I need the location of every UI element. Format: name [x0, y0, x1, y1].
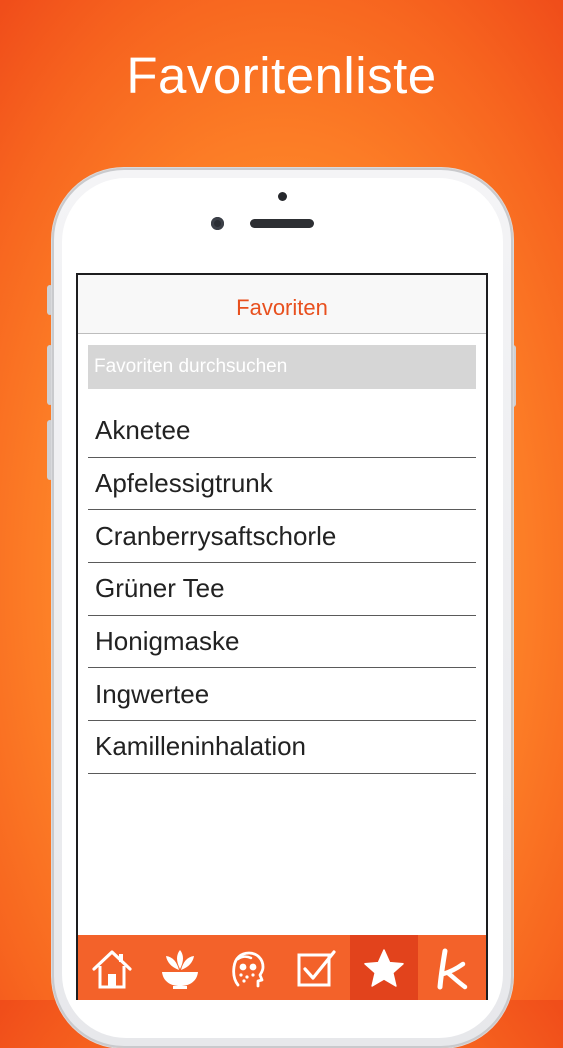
- tab-symptoms[interactable]: [214, 935, 282, 1000]
- list-item[interactable]: Apfelessigtrunk: [88, 458, 476, 511]
- navigation-bar: Favoriten: [78, 275, 486, 334]
- herb-bowl-icon: [162, 949, 198, 989]
- list-item[interactable]: Cranberrysaftschorle: [88, 510, 476, 564]
- tab-brand[interactable]: [418, 935, 486, 1000]
- list-item[interactable]: Aknetee: [88, 405, 476, 458]
- favorites-search-input[interactable]: [88, 345, 476, 389]
- list-item[interactable]: Honigmaske: [88, 616, 476, 669]
- list-item[interactable]: Kamilleninhalation: [88, 721, 476, 774]
- app-screen: Favoriten Aknetee Apfelessigtrunk Cranbe…: [76, 273, 488, 1000]
- proximity-sensor: [278, 192, 287, 201]
- front-camera-icon: [211, 217, 224, 230]
- nav-title: Favoriten: [236, 295, 328, 320]
- tab-bar: [78, 935, 486, 1000]
- tab-home[interactable]: [78, 935, 146, 1000]
- tab-favorites[interactable]: [350, 935, 418, 1000]
- home-icon: [92, 949, 132, 988]
- page-headline: Favoritenliste: [126, 47, 437, 104]
- k-logo-icon: [437, 948, 468, 989]
- star-icon: [364, 948, 404, 987]
- face-icon: [232, 951, 265, 987]
- tab-remedies[interactable]: [146, 935, 214, 1000]
- list-item[interactable]: Grüner Tee: [88, 563, 476, 616]
- checkbox-icon: [297, 949, 336, 986]
- favorites-list: Aknetee Apfelessigtrunk Cranberrysaftsch…: [88, 405, 476, 774]
- earpiece-speaker: [250, 219, 314, 228]
- tab-checklist[interactable]: [282, 935, 350, 1000]
- list-item[interactable]: Ingwertee: [88, 668, 476, 722]
